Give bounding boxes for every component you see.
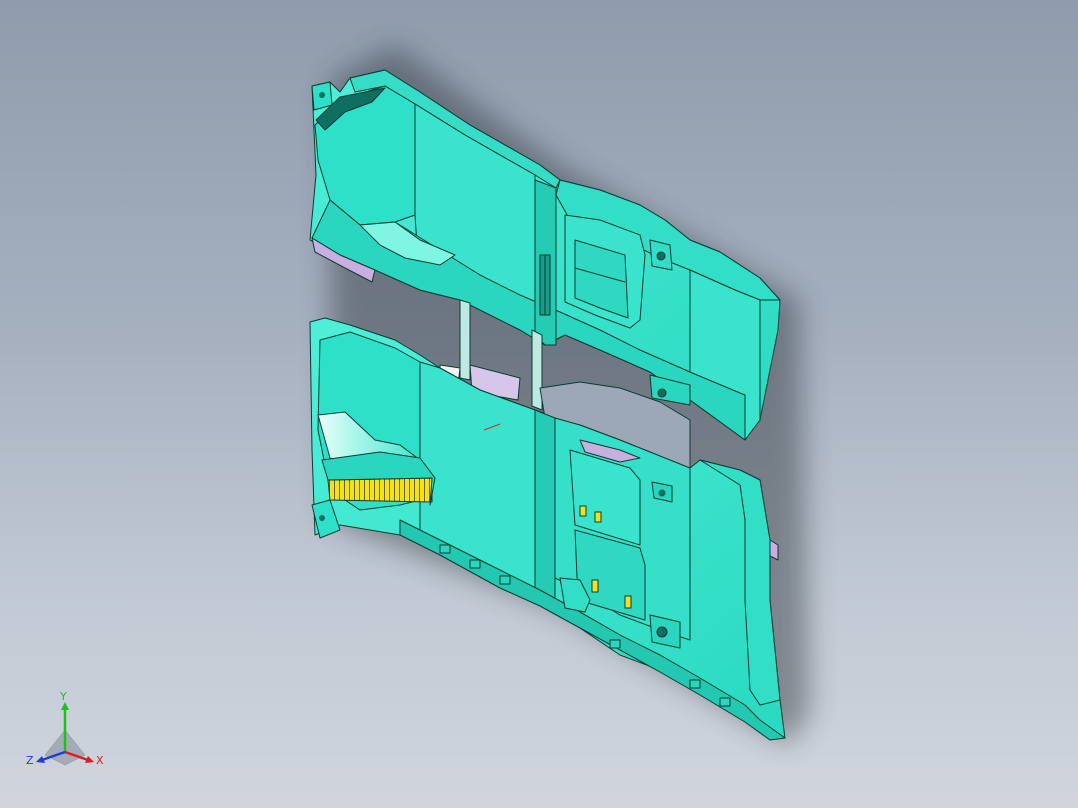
yellow-clip xyxy=(624,595,632,609)
x-axis-label: X xyxy=(96,754,104,767)
y-axis-arrow xyxy=(61,702,69,710)
lower-bolt-hole xyxy=(656,626,668,638)
y-axis-label: Y xyxy=(59,690,67,703)
upper-bolt-hole-low xyxy=(657,388,667,398)
yellow-clip xyxy=(591,579,599,593)
yellow-clip xyxy=(594,511,602,523)
cad-model-view[interactable] xyxy=(0,0,1078,808)
3d-viewport[interactable]: Y X Z xyxy=(0,0,1078,808)
lower-yellow-ribs xyxy=(327,477,433,503)
orientation-triad[interactable]: Y X Z xyxy=(20,690,110,780)
z-axis-label: Z xyxy=(26,754,34,767)
lower-vertical-rail xyxy=(534,409,556,611)
yellow-clip xyxy=(579,505,587,517)
upper-bolt-hole xyxy=(656,251,666,261)
